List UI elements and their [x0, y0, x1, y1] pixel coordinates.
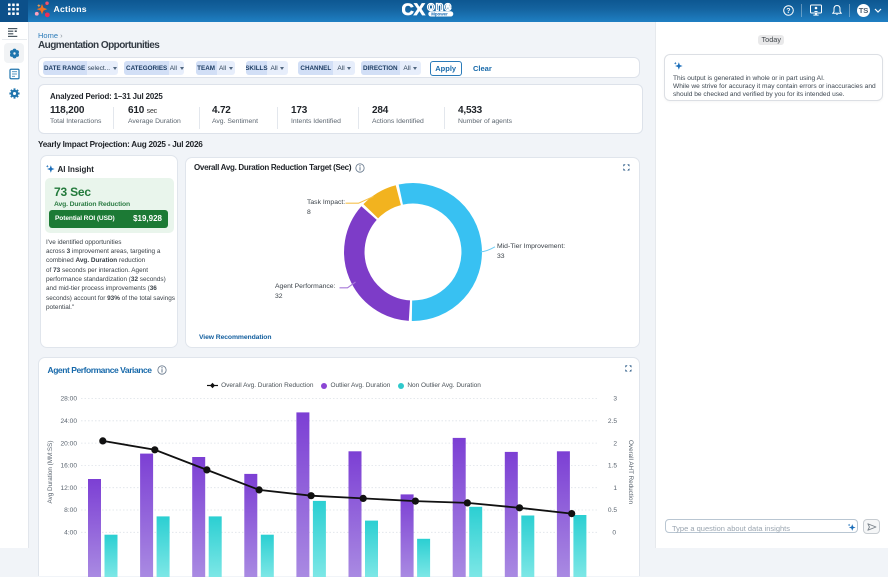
svg-text:20:00: 20:00: [60, 440, 77, 447]
svg-text:0: 0: [612, 529, 616, 536]
svg-text:12:00: 12:00: [60, 484, 77, 491]
svg-text:1: 1: [613, 484, 617, 491]
svg-text:0.5: 0.5: [608, 507, 617, 514]
svg-text:?: ?: [786, 8, 790, 15]
svg-text:28:00: 28:00: [60, 395, 77, 402]
svg-text:2.5: 2.5: [608, 418, 617, 425]
svg-text:Mpower: Mpower: [431, 12, 448, 17]
svg-text:2: 2: [613, 440, 617, 447]
svg-text:8:00: 8:00: [64, 507, 77, 514]
svg-text:Overall AHT Reduction: Overall AHT Reduction: [627, 440, 634, 504]
svg-text:24:00: 24:00: [60, 418, 77, 425]
svg-text:16:00: 16:00: [60, 462, 77, 469]
svg-text:3: 3: [613, 395, 617, 402]
svg-text:1.5: 1.5: [608, 462, 617, 469]
svg-text:CX: CX: [402, 1, 426, 18]
svg-text:Avg Duration (MM:SS): Avg Duration (MM:SS): [47, 440, 54, 503]
svg-text:4:00: 4:00: [64, 529, 77, 536]
